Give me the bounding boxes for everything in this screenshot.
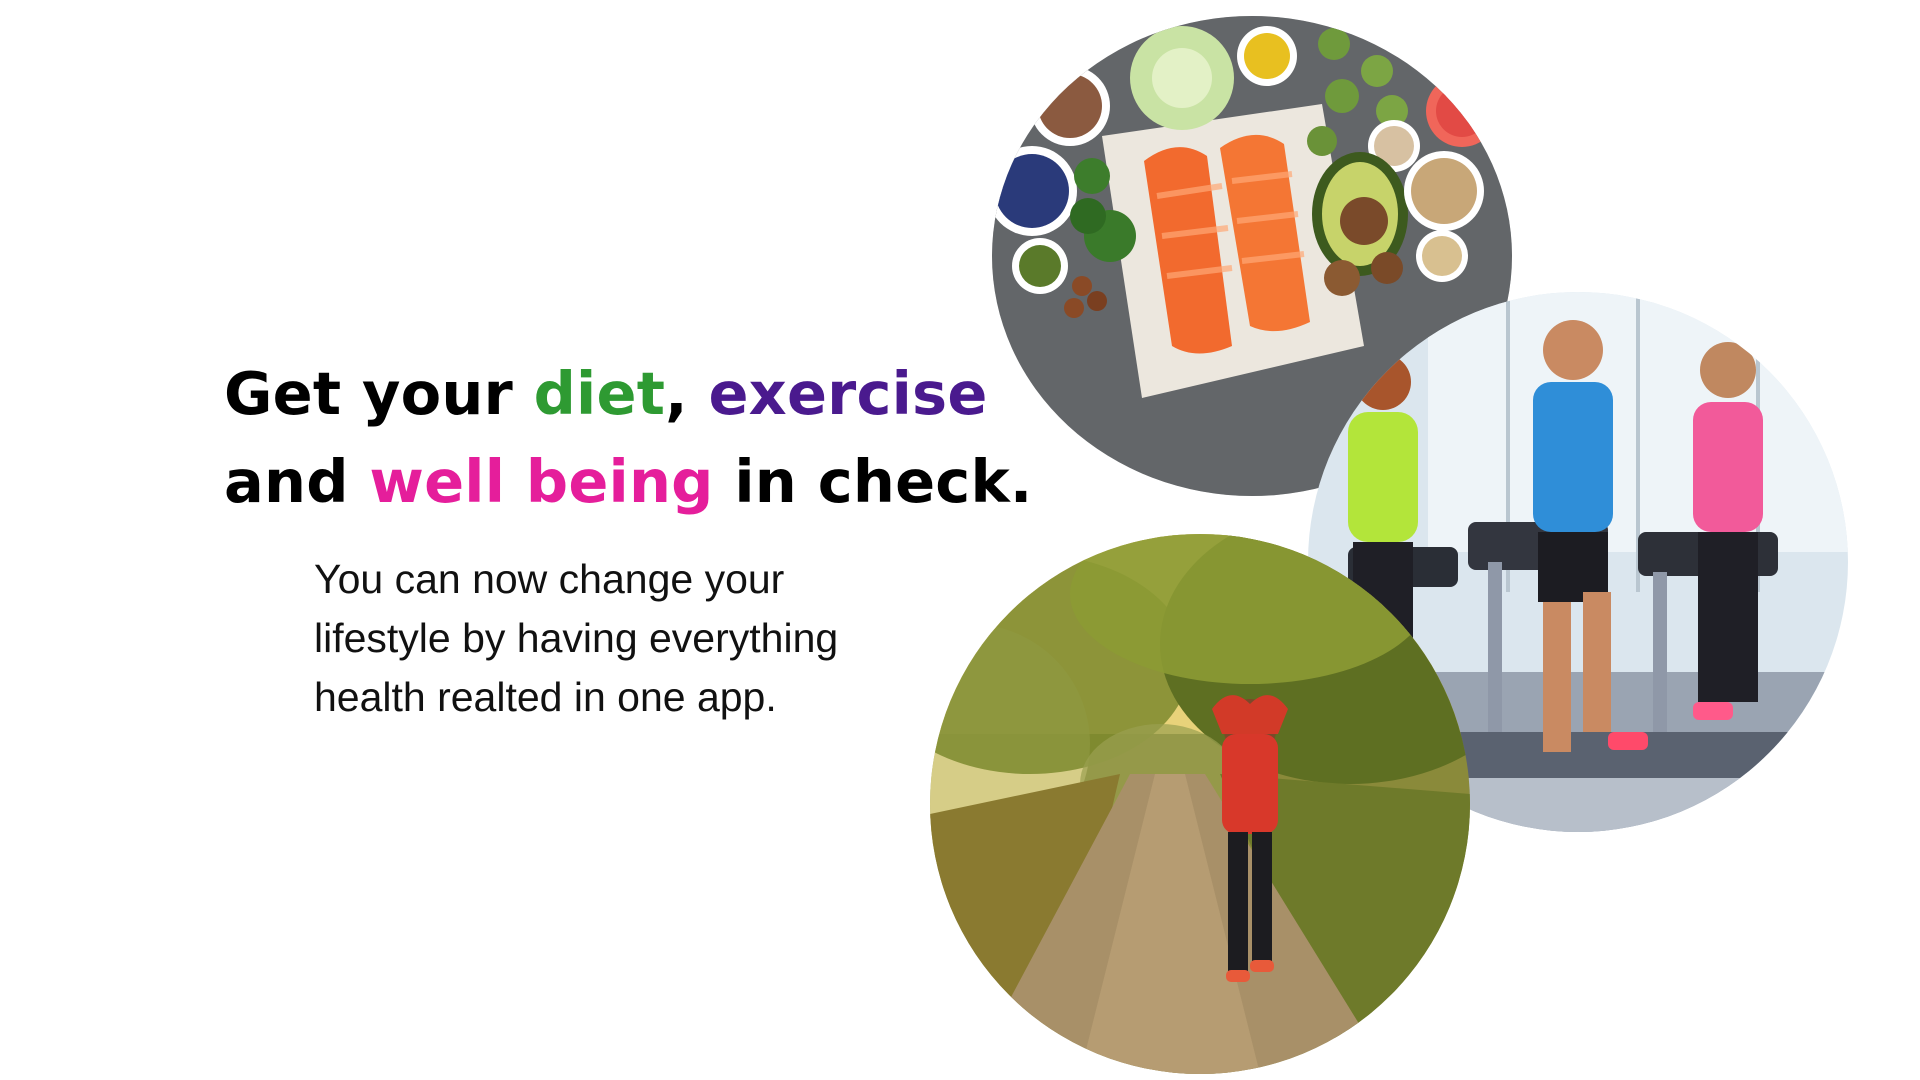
subtext-line: lifestyle by having everything	[314, 615, 839, 661]
headline-diet: diet	[533, 359, 666, 428]
headline-text: Get your	[224, 359, 534, 428]
headline-well-being: well being	[369, 447, 714, 516]
headline-exercise: exercise	[708, 359, 988, 428]
headline-text: and	[224, 447, 370, 516]
headline-text: in check.	[713, 447, 1033, 516]
subtext-line: You can now change your	[314, 556, 785, 602]
subtext-line: health realted in one app.	[314, 674, 777, 720]
subtext: You can now change your lifestyle by hav…	[314, 550, 838, 727]
slide: Get your diet, exercise and well being i…	[0, 0, 1920, 1080]
park-walk-photo	[930, 534, 1470, 1074]
headline: Get your diet, exercise and well being i…	[224, 350, 1033, 526]
headline-comma: ,	[665, 359, 709, 428]
